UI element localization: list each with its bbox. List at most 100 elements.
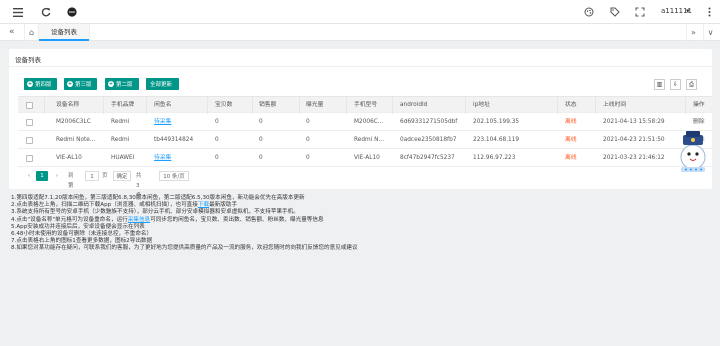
version-4-label: 第四版 (35, 82, 52, 88)
table-row: M2006C3LC Redmi 待采集 0 0 0 M2006C... 6d69… (18, 114, 712, 131)
device-list-card: 设备列表 + 第四版 + 第三版 + 第二版 全部更新 ▥ ⇩ ⎙ 设备名称 手… (9, 49, 712, 199)
export-icon[interactable]: ⇩ (670, 79, 681, 90)
row-checkbox[interactable] (26, 119, 33, 126)
record-icon[interactable] (66, 6, 78, 18)
status-badge: 离线 (565, 137, 577, 143)
goto-confirm-button[interactable]: 确定 (113, 171, 131, 181)
select-all-checkbox[interactable] (26, 102, 33, 109)
goto-label: 到第 (68, 173, 74, 189)
tab-dropdown-icon[interactable]: ∨ (703, 24, 717, 41)
android-id-cell: 0adcee2350818fb7 (400, 137, 457, 143)
model-cell: VIE-AL10 (354, 155, 380, 161)
model-cell: M2006C... (354, 119, 384, 125)
column-header: ip地址 (465, 97, 556, 114)
brand-cell: Redmi (111, 137, 130, 143)
collect-info-link[interactable]: 采集信息 (128, 217, 150, 223)
top-bar: a111111 ▾ (0, 0, 720, 24)
plus-icon: + (108, 81, 114, 87)
version-2-label: 第二版 (116, 82, 133, 88)
column-header: 状态 (557, 97, 594, 114)
device-name-cell[interactable]: Redmi Note... (44, 132, 102, 149)
tab-device-list[interactable]: 设备列表 (38, 24, 90, 41)
online-time-cell: 2021-04-13 15:58:29 (603, 119, 665, 125)
items-cell: 0 (215, 155, 219, 161)
items-cell: 0 (215, 119, 219, 125)
android-id-cell: 8cf47b2947fc5237 (400, 155, 455, 161)
model-cell: Redmi N... (354, 137, 384, 143)
divider (9, 66, 712, 67)
sales-cell: 0 (259, 119, 263, 125)
items-cell: 0 (215, 137, 219, 143)
update-all-label: 全部更新 (150, 82, 173, 88)
xianyu-name-link[interactable]: 待采集 (146, 150, 206, 167)
column-header: 手机型号 (346, 97, 391, 114)
page-size-select[interactable]: 10 条/页 (159, 171, 189, 181)
row-checkbox[interactable] (26, 155, 33, 162)
total-count: 共 3 条 (136, 173, 142, 199)
prev-page-button[interactable]: ‹ (24, 171, 34, 181)
tag-icon[interactable] (609, 6, 621, 18)
note-line: 3.系统支持所有型号的安卓手机（少数魅族不支持），部分云手机、部分安卓模拟器和安… (11, 209, 299, 216)
status-badge: 离线 (565, 155, 577, 161)
table-header-row: 设备名称 手机品牌 闲鱼名 宝贝数 销售额 曝光量 手机型号 androidId… (18, 96, 712, 114)
device-name-cell[interactable]: M2006C3LC (44, 114, 102, 131)
column-header: 曝光量 (299, 97, 345, 114)
print-icon[interactable]: ⎙ (686, 79, 697, 90)
page-unit-label: 页 (102, 173, 108, 179)
brand-cell: HUAWEI (111, 155, 135, 161)
note-line: 4.点击"设备名称"单元格可为设备重命名，运行采集信息可同步您的闲鱼名，宝贝数、… (11, 216, 324, 223)
column-header: 上线时间 (595, 97, 684, 114)
download-link[interactable]: 下载 (198, 202, 209, 208)
note-line: 5.App安装成功并连接后后，安卓设备便会显示在列表 (11, 223, 145, 230)
column-header: androidId (392, 97, 464, 114)
xianyu-name-cell: tb449314824 (154, 137, 194, 143)
column-header: 销售额 (252, 97, 298, 114)
ip-cell: 112.96.97.223 (473, 155, 516, 161)
table-row: VIE-AL10 HUAWEI 待采集 0 0 0 VIE-AL10 8cf47… (18, 150, 712, 167)
tab-bar: « ⌂ 设备列表 » ∨ (0, 24, 720, 41)
tab-prev-button[interactable]: « (9, 27, 15, 37)
columns-icon[interactable]: ▥ (654, 79, 665, 90)
update-all-button[interactable]: 全部更新 (146, 78, 179, 90)
more-icon[interactable] (703, 6, 715, 18)
expand-icon[interactable] (634, 6, 646, 18)
row-checkbox[interactable] (26, 137, 33, 144)
customer-service-mascot[interactable] (678, 127, 708, 173)
version-2-button[interactable]: + 第二版 (105, 78, 139, 90)
brand-cell: Redmi (111, 119, 130, 125)
next-page-button[interactable]: › (52, 171, 62, 181)
version-3-button[interactable]: + 第三版 (64, 78, 97, 90)
menu-icon[interactable] (12, 6, 24, 18)
android-id-cell: 6d69331271505dbf (400, 119, 458, 125)
card-title: 设备列表 (15, 56, 41, 64)
column-header: 闲鱼名 (146, 97, 206, 114)
status-badge: 离线 (565, 119, 577, 125)
column-header: 操作 (685, 97, 712, 114)
version-3-label: 第三版 (75, 82, 92, 88)
exposure-cell: 0 (306, 137, 310, 143)
sales-cell: 0 (259, 155, 263, 161)
note-line: 8.如果您对某功能存在疑问，可联系我们的客服，为了更好地为您提供高质量的产品及一… (11, 245, 358, 252)
column-header: 手机品牌 (103, 97, 145, 114)
online-time-cell: 2021-04-23 21:51:50 (603, 137, 665, 143)
exposure-cell: 0 (306, 155, 310, 161)
home-icon[interactable]: ⌂ (24, 24, 38, 41)
column-header: 宝贝数 (207, 97, 251, 114)
device-name-cell[interactable]: VIE-AL10 (44, 150, 102, 167)
online-time-cell: 2021-03-23 21:46:12 (603, 155, 665, 161)
usage-notes: 1.第四版适配7.1,20版本闲鱼，第三版适配6.8,30版本闲鱼，第二版适配6… (11, 195, 358, 253)
xianyu-name-link[interactable]: 待采集 (146, 114, 206, 131)
theme-icon[interactable] (583, 6, 595, 18)
ip-cell: 223.104.68.119 (473, 137, 520, 143)
tab-next-button[interactable]: » (686, 24, 700, 41)
goto-page-input[interactable]: 1 (85, 171, 99, 181)
sales-cell: 0 (259, 137, 263, 143)
page-1-button[interactable]: 1 (36, 171, 48, 181)
plus-icon: + (27, 81, 33, 87)
refresh-icon[interactable] (40, 6, 52, 18)
plus-icon: + (67, 81, 73, 87)
chevron-down-icon[interactable]: ▾ (686, 7, 690, 15)
exposure-cell: 0 (306, 119, 310, 125)
column-header: 设备名称 (44, 97, 96, 114)
version-4-button[interactable]: + 第四版 (24, 78, 57, 90)
